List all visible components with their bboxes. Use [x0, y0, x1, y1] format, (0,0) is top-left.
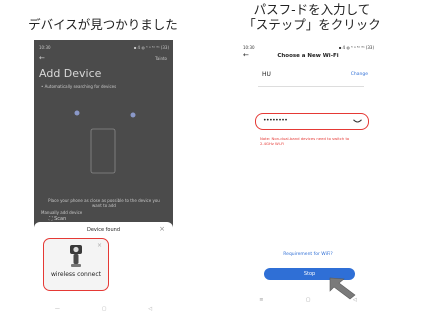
nav-home-icon[interactable]: ▢ — [306, 297, 311, 303]
top-right-link[interactable]: Tainto — [155, 56, 167, 61]
wifi-page-title: Choose a New Wi-Fi — [277, 53, 339, 59]
change-link[interactable]: Change — [351, 72, 368, 77]
password-field[interactable]: •••••••• — [255, 113, 369, 130]
device-name: wireless connect — [50, 271, 102, 278]
nav-bar-right: ≡ ▢ ◁ — [238, 297, 378, 303]
card-close-icon[interactable]: × — [97, 242, 102, 249]
camera-icon — [70, 245, 82, 267]
status-time: 10:30 — [39, 45, 51, 50]
ssid-value: HU — [262, 71, 271, 78]
status-icons-right: ▪ 4 ◍ ⁵ ᵍ ⁵ᵃ ⁸ᵃ (33) — [338, 45, 374, 50]
right-caption-line1: パスフ-ドを入力して — [253, 2, 371, 17]
search-status: • Automatically searching for devices — [41, 84, 117, 89]
nav-menu-icon[interactable]: ≡ — [259, 297, 263, 303]
manual-label: Manually add device — [41, 210, 83, 215]
left-phone-screen: 10:30 ▪ 4 ◍ ⁵ ᵍ ⁵ᵃ ⁸ᵃ (33) ← Tainto Add … — [34, 40, 173, 318]
back-arrow-icon[interactable]: ← — [39, 54, 45, 62]
phone-illustration — [74, 110, 136, 174]
left-caption: デバイスが見つかりました — [28, 17, 178, 32]
hint-text: Place your phone as close as possible to… — [48, 198, 160, 208]
divider — [258, 86, 364, 87]
right-phone-screen: 10:30 ▪ 4 ◍ ⁵ ᵍ ⁵ᵃ ⁸ᵃ (33) ← Choose a Ne… — [238, 40, 378, 318]
dual-band-warning: Note: Non-dual-band devices need to swit… — [260, 136, 350, 146]
device-card[interactable]: × wireless connect — [43, 238, 109, 291]
dialog-title: Device found — [86, 227, 121, 233]
password-value: •••••••• — [263, 117, 288, 124]
nav-menu-icon[interactable]: — — [55, 306, 60, 312]
nav-back-icon[interactable]: ◁ — [148, 306, 152, 312]
nav-back-icon[interactable]: ◁ — [353, 297, 357, 303]
nav-bar: — ▢ ◁ — [34, 306, 173, 312]
requirement-link[interactable]: Requirement for WiFi? — [238, 252, 378, 257]
right-caption-line2: 「ステップ」をクリック — [243, 17, 381, 32]
status-icons: ▪ 4 ◍ ⁵ ᵍ ⁵ᵃ ⁸ᵃ (33) — [133, 45, 169, 50]
device-found-dialog: Device found × × wireless connect — ▢ ◁ — [34, 222, 173, 318]
eye-hidden-icon[interactable] — [353, 119, 362, 124]
dialog-close-icon[interactable]: × — [159, 225, 165, 233]
status-time-right: 10:30 — [243, 45, 255, 50]
page-title: Add Device — [39, 67, 102, 80]
nav-home-icon[interactable]: ▢ — [102, 306, 107, 312]
